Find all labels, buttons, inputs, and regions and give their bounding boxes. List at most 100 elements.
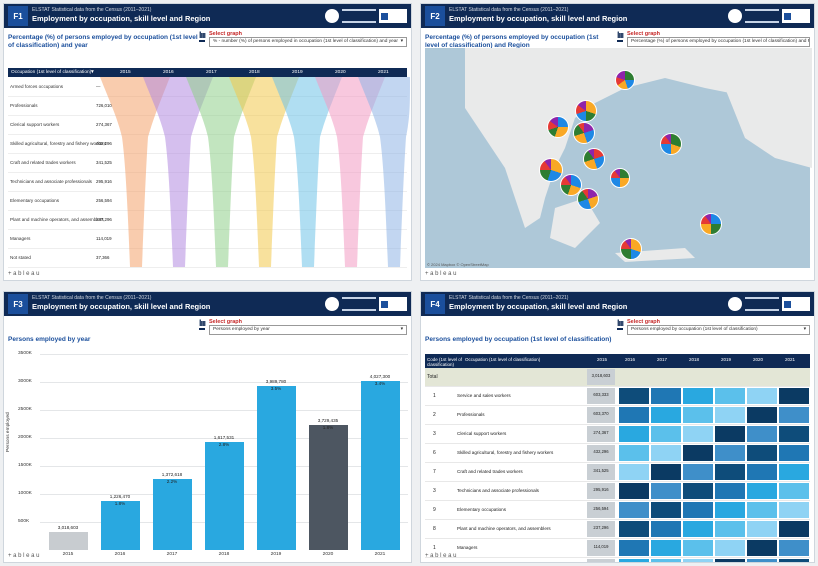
heat-cell[interactable]: [715, 540, 745, 556]
graph-select-dropdown[interactable]: Percentage (%) of persons employed by oc…: [627, 37, 810, 47]
table-row[interactable]: 3 Technicians and associate professionals…: [425, 482, 810, 501]
heat-cell[interactable]: [651, 407, 681, 423]
map-attribution[interactable]: © 2024 Mapbox © OpenStreetMap: [427, 262, 489, 267]
heat-cell[interactable]: [715, 426, 745, 442]
heat-cell[interactable]: [619, 407, 649, 423]
table-row[interactable]: 6 Skilled agricultural, forestry and fish…: [425, 444, 810, 463]
heat-cell[interactable]: [683, 502, 713, 518]
heat-cell[interactable]: [651, 445, 681, 461]
heat-cell[interactable]: [619, 388, 649, 404]
heat-cell[interactable]: [651, 388, 681, 404]
heat-cell[interactable]: [619, 502, 649, 518]
heat-cell[interactable]: [747, 426, 777, 442]
heat-cell[interactable]: [747, 559, 777, 562]
heat-cell[interactable]: [683, 521, 713, 537]
heat-cell[interactable]: [779, 521, 809, 537]
region-pie[interactable]: [547, 116, 569, 138]
region-map[interactable]: © 2024 Mapbox © OpenStreetMap: [425, 48, 812, 268]
table-row[interactable]: XNot stated37,366: [425, 558, 810, 562]
heat-cell[interactable]: [779, 388, 809, 404]
region-pie[interactable]: [620, 238, 642, 260]
heat-cell[interactable]: [683, 445, 713, 461]
heat-cell[interactable]: [651, 559, 681, 562]
heat-cell[interactable]: [715, 445, 745, 461]
table-row[interactable]: 9 Elementary occupations 256,594: [425, 501, 810, 520]
graph-select-dropdown[interactable]: Persons employed by occupation (1st leve…: [627, 325, 810, 335]
bar[interactable]: [256, 386, 296, 550]
tableau-footer[interactable]: + a b l e a u: [425, 271, 457, 277]
bar[interactable]: [152, 478, 192, 550]
heat-cell[interactable]: [683, 388, 713, 404]
bar[interactable]: [308, 425, 348, 550]
heat-cell[interactable]: [683, 559, 713, 562]
heat-cell[interactable]: [651, 521, 681, 537]
heat-cell[interactable]: [619, 445, 649, 461]
table-row[interactable]: 3 Clerical support workers 274,367: [425, 425, 810, 444]
graph-select-dropdown[interactable]: Persons employed by year ▾: [209, 325, 407, 335]
region-pie[interactable]: [583, 148, 605, 170]
heat-cell[interactable]: [747, 464, 777, 480]
table-row[interactable]: 2 Professionals 603,370: [425, 406, 810, 425]
heat-cell[interactable]: [747, 540, 777, 556]
heat-cell[interactable]: [619, 464, 649, 480]
heat-cell[interactable]: [747, 407, 777, 423]
heat-cell[interactable]: [651, 483, 681, 499]
graph-select-dropdown[interactable]: % - number (%) of persons employed in oc…: [209, 37, 407, 47]
heat-cell[interactable]: [779, 540, 809, 556]
heat-cell[interactable]: [715, 559, 745, 562]
heat-cell[interactable]: [779, 559, 809, 562]
bar[interactable]: [48, 532, 88, 550]
table-row[interactable]: 7 Craft and related trades workers 341,525: [425, 463, 810, 482]
heat-cell[interactable]: [651, 502, 681, 518]
table-row[interactable]: 8 Plant and machine operators, and assemb…: [425, 520, 810, 539]
heat-cell[interactable]: [683, 464, 713, 480]
table-row[interactable]: 1 Service and sales workers 603,333: [425, 387, 810, 406]
region-pie[interactable]: [615, 70, 635, 90]
bar[interactable]: [204, 442, 244, 550]
heat-cell[interactable]: [747, 388, 777, 404]
bar[interactable]: [100, 500, 140, 550]
tableau-footer[interactable]: + a b l e a u: [8, 553, 40, 559]
region-pie[interactable]: [539, 158, 563, 182]
region-pie[interactable]: [575, 100, 597, 122]
heat-cell[interactable]: [683, 426, 713, 442]
heat-cell[interactable]: [619, 426, 649, 442]
heat-cell[interactable]: [779, 426, 809, 442]
heat-cell[interactable]: [683, 540, 713, 556]
heat-cell[interactable]: [747, 445, 777, 461]
heat-cell[interactable]: [619, 521, 649, 537]
table-row[interactable]: 1 Managers 114,019: [425, 539, 810, 558]
region-pie[interactable]: [573, 122, 595, 144]
heat-cell[interactable]: [747, 521, 777, 537]
bar-value-label: 1,617,531: [213, 435, 235, 441]
heat-cell[interactable]: [651, 426, 681, 442]
heat-cell[interactable]: [715, 407, 745, 423]
heat-cell[interactable]: [779, 464, 809, 480]
tableau-footer[interactable]: + a b l e a u: [8, 271, 40, 277]
region-pie[interactable]: [577, 188, 599, 210]
heat-cell[interactable]: [779, 483, 809, 499]
heat-cell[interactable]: [683, 483, 713, 499]
heat-cell[interactable]: [715, 388, 745, 404]
heat-cell[interactable]: [651, 464, 681, 480]
heat-cell[interactable]: [747, 483, 777, 499]
heat-cell[interactable]: [683, 407, 713, 423]
tableau-footer[interactable]: + a b l e a u: [425, 553, 457, 559]
heat-cell[interactable]: [715, 483, 745, 499]
filter-icon[interactable]: ▼: [90, 70, 95, 75]
heat-cell[interactable]: [651, 540, 681, 556]
region-pie[interactable]: [610, 168, 630, 188]
heat-cell[interactable]: [715, 521, 745, 537]
heat-cell[interactable]: [619, 559, 649, 562]
region-pie[interactable]: [660, 133, 682, 155]
heat-cell[interactable]: [779, 502, 809, 518]
heat-cell[interactable]: [747, 502, 777, 518]
heat-cell[interactable]: [715, 502, 745, 518]
heat-cell[interactable]: [619, 483, 649, 499]
heat-cell[interactable]: [619, 540, 649, 556]
region-pie[interactable]: [700, 213, 722, 235]
heat-cell[interactable]: [715, 464, 745, 480]
heat-cell[interactable]: [779, 445, 809, 461]
bar[interactable]: [360, 380, 400, 550]
heat-cell[interactable]: [779, 407, 809, 423]
